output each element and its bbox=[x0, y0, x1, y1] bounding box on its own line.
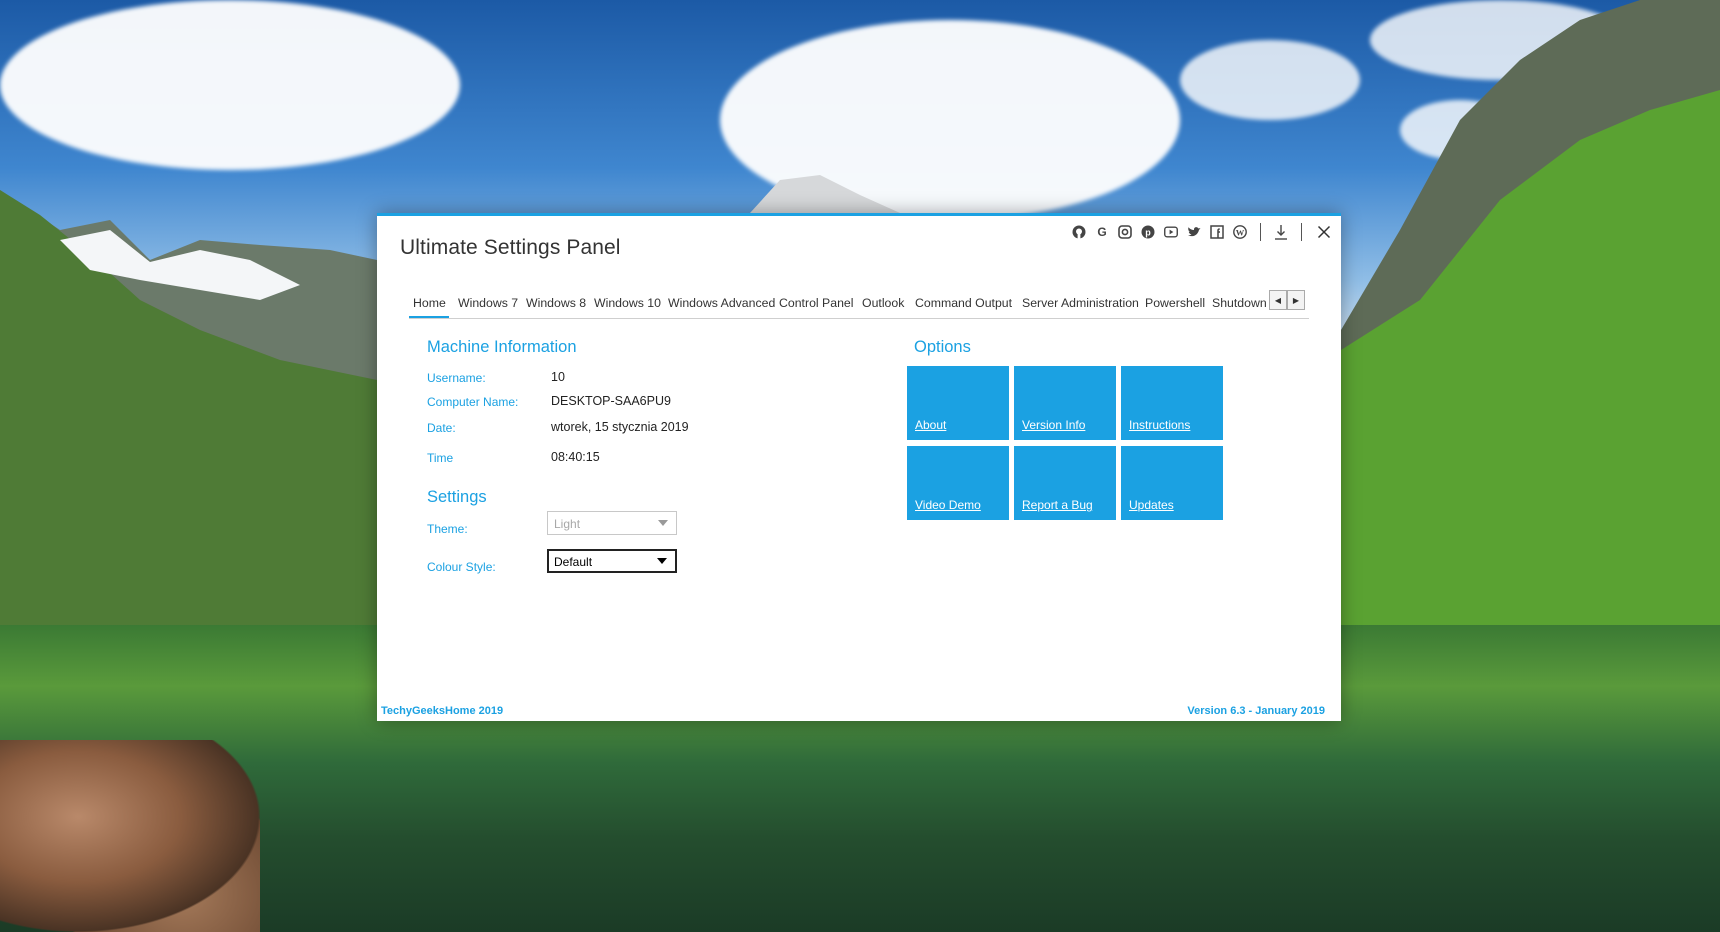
active-tab-indicator bbox=[409, 316, 449, 318]
date-label: Date: bbox=[427, 421, 456, 435]
instructions-tile[interactable]: Instructions bbox=[1121, 366, 1223, 440]
options-tiles: About Version Info Instructions Video De… bbox=[907, 366, 1227, 520]
about-tile-label: About bbox=[915, 418, 947, 432]
tab-scroll-right-button[interactable]: ▶ bbox=[1287, 290, 1305, 310]
instagram-icon[interactable] bbox=[1118, 225, 1132, 239]
video-demo-tile-label: Video Demo bbox=[915, 498, 981, 512]
about-tile[interactable]: About bbox=[907, 366, 1009, 440]
colour-style-select-value: Default bbox=[554, 555, 593, 569]
theme-label: Theme: bbox=[427, 522, 468, 536]
report-bug-tile[interactable]: Report a Bug bbox=[1014, 446, 1116, 520]
tab-outlook[interactable]: Outlook bbox=[862, 294, 904, 312]
title-bar-icons: G p W bbox=[1072, 220, 1333, 244]
username-label: Username: bbox=[427, 371, 486, 385]
tab-server-administration[interactable]: Server Administration bbox=[1022, 294, 1139, 312]
tab-strip: Home Windows 7 Windows 8 Windows 10 Wind… bbox=[409, 290, 1309, 319]
separator bbox=[1301, 223, 1302, 241]
close-icon[interactable] bbox=[1315, 223, 1333, 241]
colour-style-select[interactable]: Default bbox=[547, 549, 677, 573]
tab-command-output[interactable]: Command Output bbox=[915, 294, 1012, 312]
wordpress-icon[interactable]: W bbox=[1233, 225, 1247, 239]
svg-text:W: W bbox=[1236, 227, 1245, 237]
tab-windows-10[interactable]: Windows 10 bbox=[594, 294, 661, 312]
username-value: 10 bbox=[551, 370, 565, 384]
separator bbox=[1260, 223, 1261, 241]
theme-select[interactable]: Light bbox=[547, 511, 677, 535]
updates-tile[interactable]: Updates bbox=[1121, 446, 1223, 520]
tab-windows-advanced[interactable]: Windows Advanced bbox=[668, 294, 775, 312]
pinterest-icon[interactable]: p bbox=[1141, 225, 1155, 239]
computer-name-value: DESKTOP-SAA6PU9 bbox=[551, 394, 671, 408]
options-title: Options bbox=[914, 338, 971, 356]
tab-powershell[interactable]: Powershell bbox=[1145, 294, 1205, 312]
tab-shutdown[interactable]: Shutdown C bbox=[1212, 294, 1272, 312]
footer-credit[interactable]: TechyGeeksHome 2019 bbox=[381, 705, 503, 717]
youtube-icon[interactable] bbox=[1164, 225, 1178, 239]
version-info-tile-label: Version Info bbox=[1022, 418, 1086, 432]
colour-style-label: Colour Style: bbox=[427, 560, 496, 574]
tab-windows-7[interactable]: Windows 7 bbox=[458, 294, 518, 312]
report-bug-tile-label: Report a Bug bbox=[1022, 498, 1093, 512]
footer-version: Version 6.3 - January 2019 bbox=[1187, 705, 1325, 717]
version-info-tile[interactable]: Version Info bbox=[1014, 366, 1116, 440]
time-value: 08:40:15 bbox=[551, 450, 600, 464]
download-icon[interactable] bbox=[1274, 225, 1288, 240]
github-icon[interactable] bbox=[1072, 225, 1086, 239]
tab-scroll-controls: ◀ ▶ bbox=[1269, 290, 1305, 310]
instructions-tile-label: Instructions bbox=[1129, 418, 1191, 432]
tab-control-panel[interactable]: Control Panel bbox=[779, 294, 854, 312]
app-window: Ultimate Settings Panel G p W Home Windo… bbox=[377, 213, 1341, 721]
chevron-down-icon bbox=[657, 558, 667, 564]
settings-title: Settings bbox=[427, 488, 487, 506]
svg-text:p: p bbox=[1145, 228, 1151, 238]
twitter-icon[interactable] bbox=[1187, 225, 1201, 239]
date-value: wtorek, 15 stycznia 2019 bbox=[551, 420, 689, 434]
window-title: Ultimate Settings Panel bbox=[400, 236, 621, 259]
theme-select-value: Light bbox=[554, 517, 581, 531]
video-demo-tile[interactable]: Video Demo bbox=[907, 446, 1009, 520]
chevron-down-icon bbox=[658, 520, 668, 526]
updates-tile-label: Updates bbox=[1129, 498, 1174, 512]
machine-info-title: Machine Information bbox=[427, 338, 577, 356]
tab-scroll-left-button[interactable]: ◀ bbox=[1269, 290, 1287, 310]
rocks bbox=[0, 740, 260, 932]
tab-windows-8[interactable]: Windows 8 bbox=[526, 294, 586, 312]
computer-name-label: Computer Name: bbox=[427, 395, 519, 409]
google-icon[interactable]: G bbox=[1095, 225, 1109, 239]
time-label: Time bbox=[427, 451, 454, 465]
tab-home[interactable]: Home bbox=[413, 294, 446, 312]
facebook-icon[interactable] bbox=[1210, 225, 1224, 239]
